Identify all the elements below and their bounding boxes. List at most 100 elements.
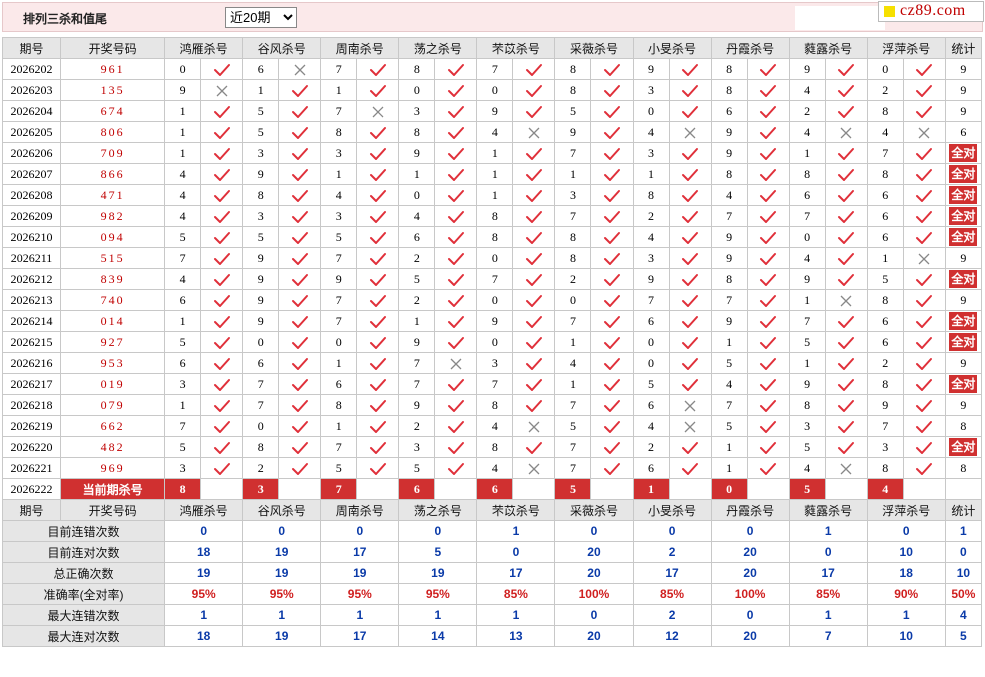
check-icon [668, 205, 712, 227]
all-correct-badge: 全对 [949, 270, 978, 288]
total-cell: 全对 [944, 268, 983, 290]
check-icon [200, 268, 244, 290]
kill-number: 1 [554, 331, 592, 353]
kill-number: 9 [866, 394, 904, 416]
check-icon [902, 205, 946, 227]
kill-number: 0 [476, 247, 514, 269]
total-cell: 全对 [944, 205, 983, 227]
kill-number: 3 [632, 79, 670, 101]
cross-icon [200, 79, 244, 101]
all-correct-badge: 全对 [949, 438, 978, 456]
check-icon [902, 436, 946, 458]
check-icon [434, 331, 478, 353]
current-kill-blank [356, 478, 400, 500]
kill-number: 5 [398, 457, 436, 479]
kill-number: 2 [242, 457, 280, 479]
cross-icon [824, 121, 868, 143]
kill-number: 3 [398, 436, 436, 458]
stat-value: 20 [554, 625, 634, 647]
check-icon [668, 436, 712, 458]
kill-number: 7 [788, 205, 826, 227]
check-icon [590, 457, 634, 479]
period-cell: 2026211 [1, 247, 62, 269]
col-period: 期号 [1, 499, 62, 521]
kill-number: 0 [554, 289, 592, 311]
period-cell: 2026221 [1, 457, 62, 479]
kill-number: 8 [242, 436, 280, 458]
stat-value: 20 [554, 541, 634, 563]
kill-number: 6 [164, 352, 202, 374]
period-cell: 2026219 [1, 415, 62, 437]
check-icon [434, 163, 478, 185]
cross-icon [278, 58, 322, 80]
stat-label: 最大连错次数 [1, 604, 166, 626]
check-icon [746, 163, 790, 185]
check-icon [356, 58, 400, 80]
col-expert: 蕤露杀号 [788, 499, 868, 521]
site-logo[interactable]: cz89.com [878, 1, 984, 22]
check-icon [590, 436, 634, 458]
kill-number: 4 [788, 457, 826, 479]
check-icon [668, 58, 712, 80]
kill-number: 5 [710, 415, 748, 437]
kill-number: 9 [788, 268, 826, 290]
all-correct-badge: 全对 [949, 186, 978, 204]
draw-number: 982 [60, 205, 166, 227]
check-icon [746, 142, 790, 164]
check-icon [200, 457, 244, 479]
kill-number: 5 [242, 121, 280, 143]
kill-number: 9 [398, 331, 436, 353]
kill-number: 5 [242, 100, 280, 122]
check-icon [902, 394, 946, 416]
check-icon [278, 415, 322, 437]
kill-number: 7 [476, 268, 514, 290]
table-row: 2026218 079 1 7 8 9 8 7 6 7 8 9 9 [1, 394, 983, 416]
stat-value: 1 [164, 604, 244, 626]
table-row: 2026210 094 5 5 5 6 8 8 4 9 0 6 全对 [1, 226, 983, 248]
kill-number: 6 [788, 184, 826, 206]
check-icon [200, 121, 244, 143]
kill-number: 6 [866, 205, 904, 227]
kill-number: 8 [476, 226, 514, 248]
cross-icon [668, 415, 712, 437]
kill-number: 9 [788, 373, 826, 395]
check-icon [824, 331, 868, 353]
stat-value: 14 [398, 625, 478, 647]
current-total-blank [944, 478, 983, 500]
kill-number: 7 [398, 352, 436, 374]
period-cell: 2026215 [1, 331, 62, 353]
check-icon [356, 121, 400, 143]
stat-value: 17 [320, 541, 400, 563]
all-correct-badge: 全对 [949, 144, 978, 162]
current-kill-blank [746, 478, 790, 500]
col-draw: 开奖号码 [60, 499, 166, 521]
kill-number: 5 [164, 436, 202, 458]
kill-number: 4 [164, 184, 202, 206]
kill-number: 9 [554, 121, 592, 143]
stat-value: 95% [242, 583, 322, 605]
kill-number: 4 [164, 163, 202, 185]
check-icon [200, 289, 244, 311]
cross-icon [512, 457, 556, 479]
check-icon [590, 100, 634, 122]
stat-value: 0 [710, 604, 790, 626]
stat-value: 100% [554, 583, 634, 605]
kill-number: 7 [476, 58, 514, 80]
check-icon [278, 184, 322, 206]
check-icon [590, 394, 634, 416]
kill-number: 7 [710, 289, 748, 311]
period-cell: 2026202 [1, 58, 62, 80]
table-row: 2026214 014 1 9 7 1 9 7 6 9 7 6 全对 [1, 310, 983, 332]
check-icon [668, 247, 712, 269]
check-icon [434, 121, 478, 143]
cross-icon [668, 394, 712, 416]
kill-number: 8 [866, 373, 904, 395]
stat-value: 5 [398, 541, 478, 563]
stat-total: 5 [944, 625, 983, 647]
kill-number: 3 [242, 205, 280, 227]
check-icon [200, 310, 244, 332]
range-select[interactable]: 近20期 [225, 7, 297, 28]
check-icon [278, 79, 322, 101]
stat-value: 19 [398, 562, 478, 584]
check-icon [356, 436, 400, 458]
